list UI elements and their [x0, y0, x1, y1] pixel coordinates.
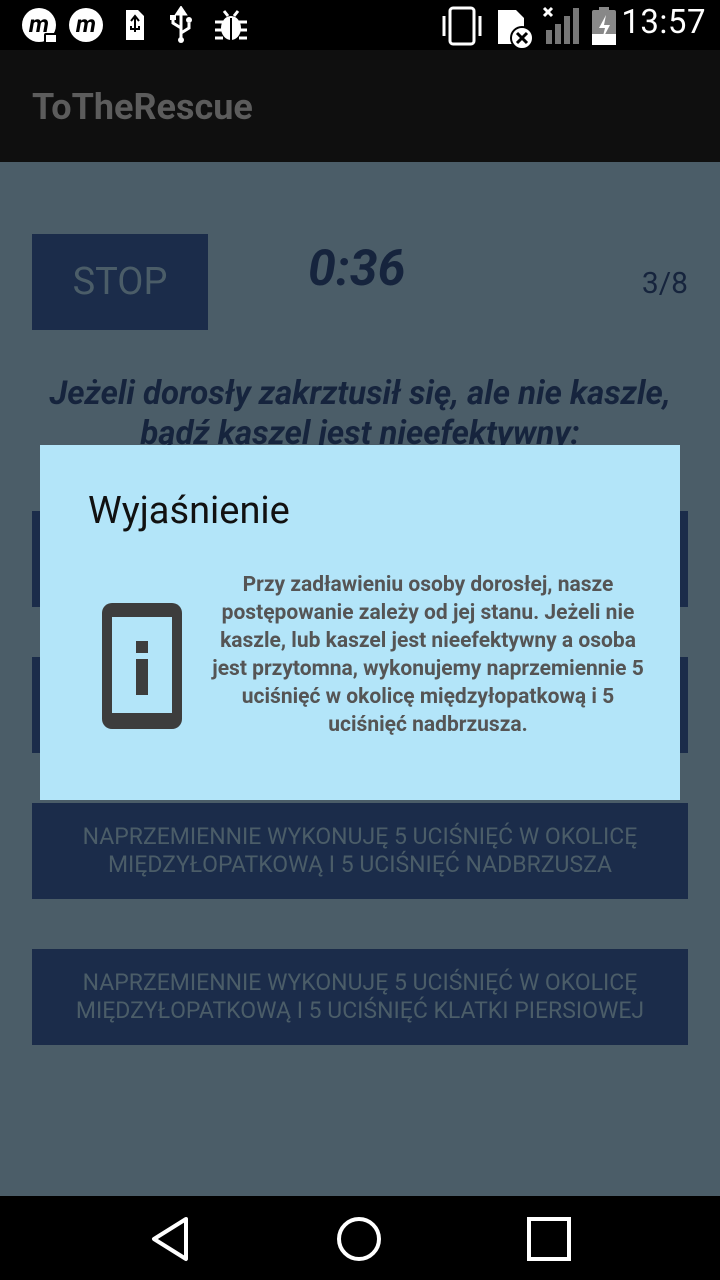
- explanation-dialog[interactable]: Wyjaśnienie Przy zadławieniu osoby doros…: [40, 445, 680, 800]
- action-bar: ToTheRescue: [0, 50, 720, 162]
- answer-option-3[interactable]: NAPRZEMIENNIE WYKONUJĘ 5 UCIŚNIĘĆ W OKOL…: [32, 803, 688, 899]
- app-title: ToTheRescue: [32, 86, 253, 128]
- timer: 0:36: [308, 240, 406, 298]
- sim-missing-icon: [498, 10, 534, 50]
- back-icon[interactable]: [146, 1214, 196, 1264]
- recents-icon[interactable]: [524, 1214, 574, 1264]
- answer-option-4[interactable]: NAPRZEMIENNIE WYKONUJĘ 5 UCIŚNIĘĆ W OKOL…: [32, 949, 688, 1045]
- vibrate-icon: [442, 6, 482, 46]
- dialog-text: Przy zadławieniu osoby dorosłej, nasze p…: [212, 573, 644, 737]
- stop-button[interactable]: STOP: [32, 234, 208, 330]
- info-phone-icon: [102, 603, 182, 729]
- navigation-bar: [0, 1196, 720, 1280]
- usb-icon: [170, 6, 192, 43]
- signal-icon: [542, 6, 579, 44]
- step-counter: 3/8: [641, 266, 688, 301]
- dialog-title: Wyjaśnienie: [88, 489, 290, 533]
- bug-icon: [215, 10, 247, 40]
- moto-icon: m: [69, 8, 103, 42]
- moto-camera-icon: m: [22, 8, 58, 44]
- clock: 13:57: [621, 3, 706, 42]
- usb-storage-icon: [126, 10, 144, 40]
- question-text: Jeżeli dorosły zakrztusił się, ale nie k…: [49, 374, 671, 453]
- status-bar: m m 13:57: [0, 0, 720, 50]
- home-icon[interactable]: [334, 1214, 384, 1264]
- battery-charging-icon: [592, 7, 616, 45]
